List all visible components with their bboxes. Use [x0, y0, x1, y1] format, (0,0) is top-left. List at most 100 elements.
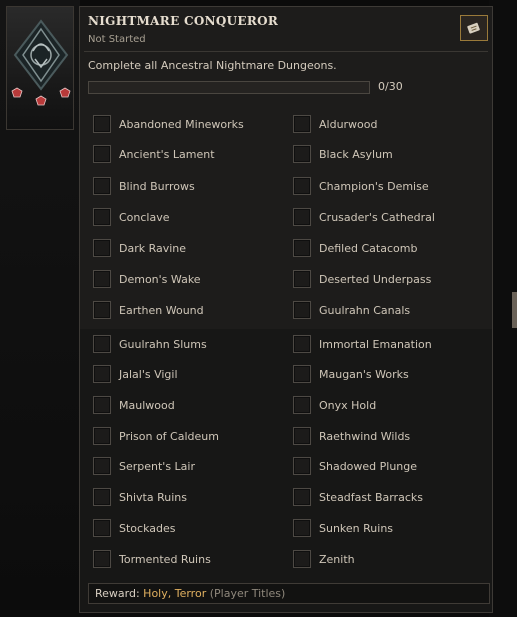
- dungeon-checklist-item: Guulrahn Slums: [93, 333, 207, 355]
- dungeon-checkbox: [293, 396, 311, 414]
- dungeon-checklist-item: Black Asylum: [293, 143, 393, 165]
- progress-count: 0/30: [378, 80, 403, 93]
- dungeon-checkbox: [93, 301, 111, 319]
- scrollbar-thumb[interactable]: [512, 292, 517, 328]
- dungeon-name: Shadowed Plunge: [319, 459, 418, 473]
- dungeon-checklist-item: Guulrahn Canals: [293, 299, 410, 321]
- dungeon-checkbox: [293, 335, 311, 353]
- dungeon-checkbox: [293, 177, 311, 195]
- dungeon-checkbox: [93, 270, 111, 288]
- dungeon-checklist-item: Tormented Ruins: [93, 548, 211, 570]
- dungeon-name: Guulrahn Slums: [119, 337, 207, 351]
- dungeon-name: Aldurwood: [319, 117, 378, 131]
- dungeon-name: Shivta Ruins: [119, 490, 187, 504]
- dungeon-name: Prison of Caldeum: [119, 429, 219, 443]
- dungeon-checklist-item: Conclave: [93, 206, 170, 228]
- dungeon-checkbox: [93, 239, 111, 257]
- dungeon-checklist-item: Jalal's Vigil: [93, 363, 178, 385]
- dungeon-checklist-item: Defiled Catacomb: [293, 237, 417, 259]
- dungeon-checklist-item: Deserted Underpass: [293, 268, 431, 290]
- dungeon-checklist-item: Onyx Hold: [293, 394, 376, 416]
- dungeon-checklist-item: Abandoned Mineworks: [93, 113, 244, 135]
- dungeon-name: Champion's Demise: [319, 179, 429, 193]
- dungeon-checkbox: [93, 177, 111, 195]
- dungeon-checkbox: [293, 208, 311, 226]
- dungeon-checklist-item: Aldurwood: [293, 113, 378, 135]
- achievement-panel: NIGHTMARE CONQUEROR Not Started Complete…: [79, 6, 493, 613]
- dungeon-checkbox: [293, 519, 311, 537]
- dungeon-checklist-item: Raethwind Wilds: [293, 425, 410, 447]
- dungeon-name: Immortal Emanation: [319, 337, 432, 351]
- dungeon-checkbox: [93, 208, 111, 226]
- dungeon-name: Guulrahn Canals: [319, 303, 411, 317]
- dungeon-name: Conclave: [119, 210, 170, 224]
- dungeon-name: Zenith: [319, 552, 355, 566]
- dungeon-checkbox: [293, 457, 311, 475]
- dungeon-name: Defiled Catacomb: [319, 241, 418, 255]
- dungeon-checkbox: [293, 550, 311, 568]
- dungeon-checklist-item: Champion's Demise: [293, 175, 429, 197]
- progress-bar: [88, 81, 370, 94]
- dungeon-checkbox: [293, 239, 311, 257]
- dungeon-checkbox: [293, 488, 311, 506]
- dungeon-name: Black Asylum: [319, 147, 393, 161]
- dungeon-checklist-item: Stockades: [93, 517, 175, 539]
- dungeon-name: Tormented Ruins: [119, 552, 211, 566]
- dungeon-name: Onyx Hold: [319, 398, 377, 412]
- dungeon-checkbox: [93, 145, 111, 163]
- dungeon-name: Demon's Wake: [119, 272, 201, 286]
- dungeon-name: Earthen Wound: [119, 303, 204, 317]
- dungeon-checkbox: [293, 301, 311, 319]
- dungeon-name: Sunken Ruins: [319, 521, 394, 535]
- dungeon-checklist-item: Maugan's Works: [293, 363, 409, 385]
- dungeon-checkbox: [293, 115, 311, 133]
- dungeon-checklist-item: Ancient's Lament: [93, 143, 215, 165]
- dungeon-checklist-item: Demon's Wake: [93, 268, 201, 290]
- dungeon-checkbox: [93, 519, 111, 537]
- dungeon-name: Blind Burrows: [119, 179, 195, 193]
- dungeon-name: Raethwind Wilds: [319, 429, 411, 443]
- dungeon-checkbox: [293, 270, 311, 288]
- dungeon-checkbox: [293, 145, 311, 163]
- achievement-description: Complete all Ancestral Nightmare Dungeon…: [88, 59, 337, 72]
- dungeon-checklist-item: Earthen Wound: [93, 299, 204, 321]
- achievement-title: NIGHTMARE CONQUEROR: [88, 14, 279, 28]
- dungeon-name: Serpent's Lair: [119, 459, 196, 473]
- dungeon-checklist-item: Shadowed Plunge: [293, 455, 417, 477]
- dungeon-checkbox: [93, 427, 111, 445]
- dungeon-checkbox: [93, 488, 111, 506]
- share-icon: [467, 22, 480, 34]
- achievement-status: Not Started: [88, 34, 146, 45]
- dungeon-checkbox: [93, 365, 111, 383]
- dungeon-name: Maulwood: [119, 398, 175, 412]
- share-button[interactable]: [460, 15, 488, 41]
- dungeon-checklist-item: Dark Ravine: [93, 237, 186, 259]
- dungeon-checklist-item: Shivta Ruins: [93, 486, 187, 508]
- dungeon-checklist-item: Sunken Ruins: [293, 517, 393, 539]
- dungeon-checkbox: [293, 365, 311, 383]
- dungeon-name: Abandoned Mineworks: [119, 117, 244, 131]
- reward-note: (Player Titles): [209, 587, 286, 600]
- dungeon-name: Jalal's Vigil: [119, 367, 178, 381]
- nightmare-sigil-icon: [11, 19, 71, 106]
- dungeon-checklist-item: Prison of Caldeum: [93, 425, 219, 447]
- dungeon-checkbox: [93, 550, 111, 568]
- reward-bar: Reward: Holy, Terror (Player Titles): [88, 583, 490, 604]
- dungeon-checklist-item: Zenith: [293, 548, 355, 570]
- dungeon-name: Crusader's Cathedral: [319, 210, 435, 224]
- dungeon-name: Stockades: [119, 521, 176, 535]
- dungeon-name: Maugan's Works: [319, 367, 409, 381]
- dungeon-checklist-item: Immortal Emanation: [293, 333, 432, 355]
- dungeon-checkbox: [93, 335, 111, 353]
- achievement-badge: [6, 6, 74, 130]
- dungeon-checkbox: [93, 457, 111, 475]
- dungeon-checklist-item: Maulwood: [93, 394, 175, 416]
- dungeon-name: Steadfast Barracks: [319, 490, 423, 504]
- dungeon-name: Dark Ravine: [119, 241, 187, 255]
- dungeon-checklist-item: Crusader's Cathedral: [293, 206, 435, 228]
- reward-label: Reward:: [95, 587, 140, 600]
- dungeon-checkbox: [93, 396, 111, 414]
- header-divider: [84, 51, 488, 52]
- dungeon-name: Ancient's Lament: [119, 147, 215, 161]
- dungeon-checklist-item: Steadfast Barracks: [293, 486, 423, 508]
